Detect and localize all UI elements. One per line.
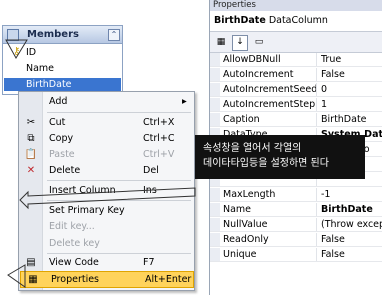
annotation-overlay [5,39,196,288]
annotation-arrow-properties [7,264,26,288]
annotation-arrow-set-primary-key [19,187,196,210]
annotation-arrow-key [5,39,28,59]
